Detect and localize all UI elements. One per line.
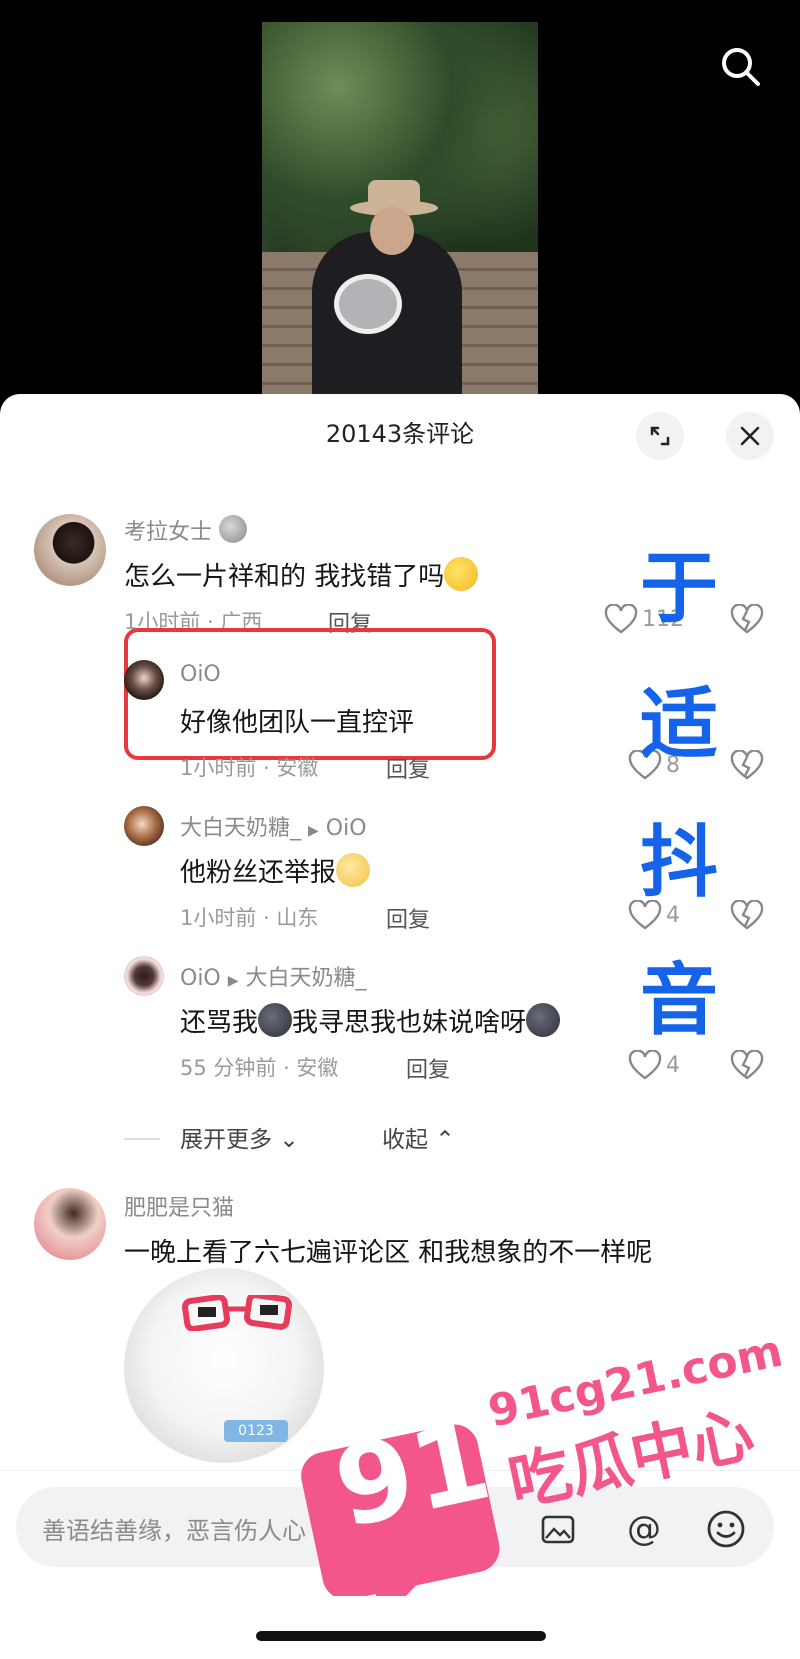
heart-icon [604,604,638,634]
chevron-down-icon: ⌄ [279,1127,299,1153]
avatar[interactable] [124,806,164,846]
watermark-char: 适 [640,680,719,770]
comment-input-placeholder: 善语结善缘，恶言伤人心 [42,1517,306,1545]
dislike-button[interactable] [730,603,764,638]
collapse-button[interactable]: 收起 ⌃ [382,1120,455,1154]
watermark-char: 于 [640,544,719,634]
avatar[interactable] [34,514,106,586]
expand-more-button[interactable]: 展开更多 ⌄ [180,1120,299,1154]
crying-emoji-icon [336,853,371,887]
avatar[interactable] [34,1188,106,1260]
heart-icon [628,1050,662,1080]
dislike-button[interactable] [730,1049,764,1084]
chevron-up-icon: ⌃ [435,1127,455,1153]
reply-button[interactable]: 回复 [386,902,430,934]
broken-heart-icon [730,603,764,634]
dark-face-emoji-icon [526,1003,561,1037]
highlight-box [124,628,496,760]
expand-button[interactable] [636,412,684,460]
koala-emoji-icon [219,515,248,543]
like-button[interactable]: 4 [628,1050,680,1080]
dislike-button[interactable] [730,899,764,934]
comment-username[interactable]: OiO ▶ 大白天奶糖_ [180,960,367,992]
watermark-char: 抖 [640,818,719,908]
comment-username[interactable]: 考拉女士 [124,514,248,546]
broken-heart-icon [730,749,764,780]
reply-button[interactable]: 回复 [386,752,430,784]
comment-username[interactable]: 大白天奶糖_ ▶ OiO [180,810,367,842]
dark-face-emoji-icon [258,1003,293,1037]
sticker-badge: 0123 [224,1420,288,1442]
comment-meta: 1小时前 · 山东 [180,906,319,930]
video-frame [262,22,538,400]
comment-text: 一晚上看了六七遍评论区 和我想象的不一样呢 [124,1238,653,1268]
broken-heart-icon [730,1049,764,1080]
video-player[interactable] [0,0,800,400]
broken-heart-icon [730,899,764,930]
expand-icon [650,426,670,446]
search-icon[interactable] [718,44,762,88]
reply-button[interactable]: 回复 [406,1052,450,1084]
home-indicator [256,1631,546,1641]
comment-meta: 55 分钟前 · 安徽 [180,1056,339,1080]
comment-text: 还骂我 我寻思我也妹说啥呀 [180,1002,561,1039]
watermark-char: 音 [640,956,719,1046]
comment-username[interactable]: 肥肥是只猫 [124,1190,234,1222]
comment-text: 怎么一片祥和的 我找错了吗 [124,556,479,593]
site-logo: 91 91cg21.com 吃瓜中心 [296,1325,796,1632]
comment-username[interactable]: OiO [180,662,221,687]
thread-divider [124,1138,160,1140]
sticker-glasses [182,1295,292,1331]
comment-text: 好像他团队一直控评 [180,708,415,738]
comment-text: 他粉丝还举报 [180,852,371,889]
smile-emoji-icon [444,557,479,591]
close-icon [740,426,760,446]
avatar[interactable] [124,660,164,700]
dislike-button[interactable] [730,749,764,784]
avatar[interactable] [124,956,164,996]
comment-meta: 1小时前 · 安徽 [180,756,319,780]
close-button[interactable] [726,412,774,460]
